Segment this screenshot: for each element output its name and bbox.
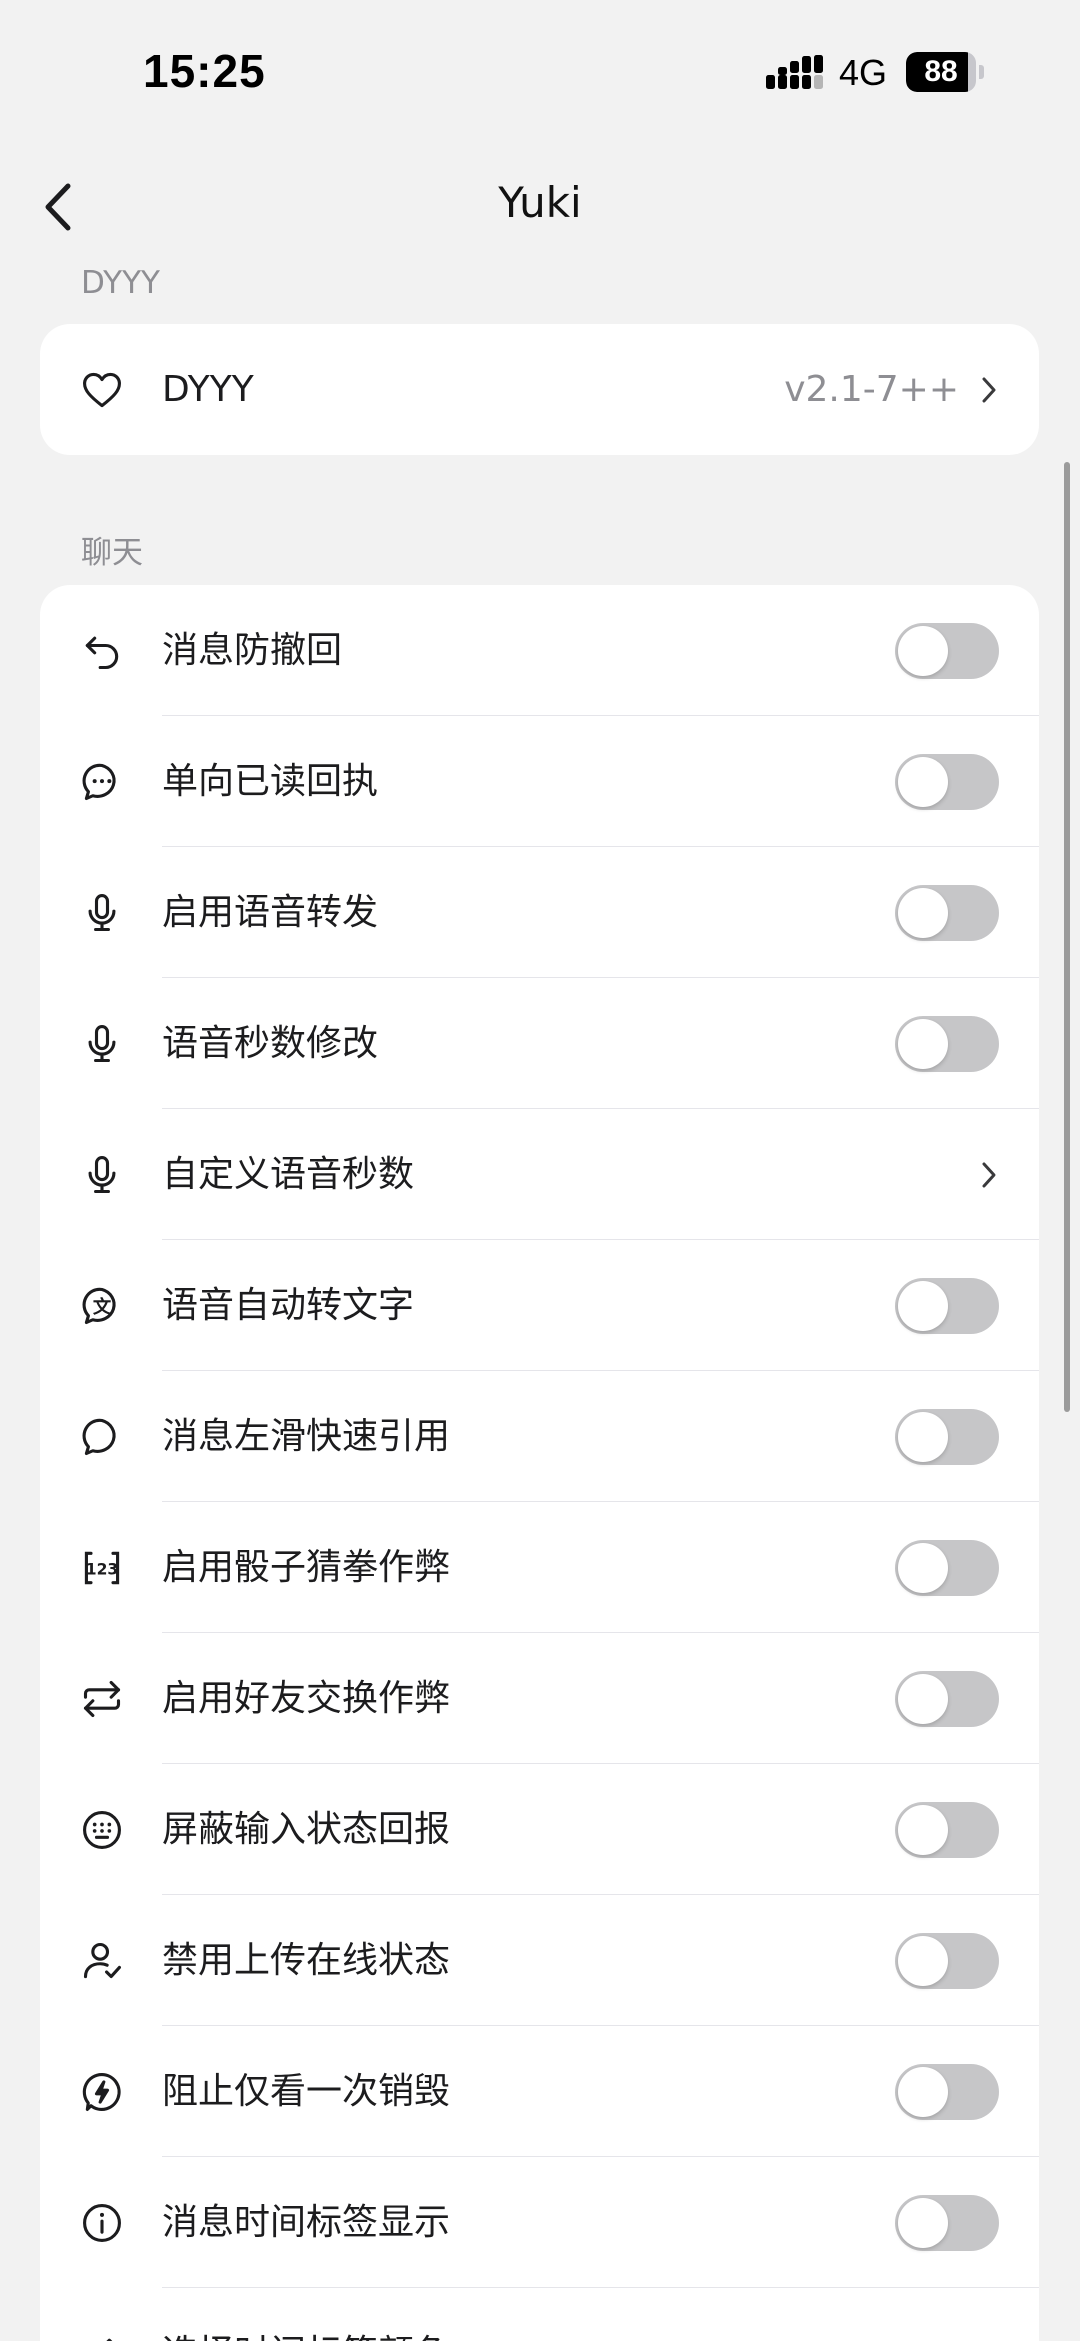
info-circle-icon (80, 2201, 124, 2245)
row-label: 语音自动转文字 (162, 1285, 415, 1326)
user-check-icon (80, 1939, 124, 1983)
toggle-switch[interactable] (895, 623, 999, 679)
toggle-switch[interactable] (895, 885, 999, 941)
scrollbar[interactable] (1064, 462, 1070, 1412)
row-prevent-view-once-destroy[interactable]: 阻止仅看一次销毁 (40, 2026, 1039, 2157)
toggle-switch[interactable] (895, 1540, 999, 1596)
section-header-dyyy: DYYY (81, 265, 160, 301)
card-chat-settings: 消息防撤回 单向已读回执 启用语音转发 语音秒数修改 自定义语音秒数 文 语音自… (40, 585, 1039, 2341)
row-friend-exchange-cheat[interactable]: 启用好友交换作弊 (40, 1633, 1039, 1764)
svg-text:123: 123 (86, 1560, 119, 1578)
version-value: v2.1-7++ (784, 369, 959, 410)
toggle-switch[interactable] (895, 754, 999, 810)
section-header-chat: 聊天 (81, 535, 143, 571)
microphone-icon (80, 1022, 124, 1066)
toggle-switch[interactable] (895, 1409, 999, 1465)
chat-bubble-icon (80, 1415, 124, 1459)
toggle-switch[interactable] (895, 2195, 999, 2251)
svg-text:文: 文 (93, 1296, 112, 1318)
row-label: 阻止仅看一次销毁 (162, 2071, 451, 2112)
row-label: 启用语音转发 (162, 892, 379, 933)
chat-bubble-dots-icon (80, 760, 124, 804)
row-label: 语音秒数修改 (162, 1023, 379, 1064)
row-label: 启用好友交换作弊 (162, 1678, 451, 1719)
row-label: 单向已读回执 (162, 761, 379, 802)
translate-bubble-icon: 文 (80, 1284, 124, 1328)
row-label: 禁用上传在线状态 (162, 1940, 451, 1981)
numbers-123-icon: 123 (80, 1546, 124, 1590)
row-one-way-read-receipt[interactable]: 单向已读回执 (40, 716, 1039, 847)
row-anti-recall[interactable]: 消息防撤回 (40, 585, 1039, 716)
battery-icon: 88 (906, 52, 986, 92)
undo-icon (80, 629, 124, 673)
row-voice-forward[interactable]: 启用语音转发 (40, 847, 1039, 978)
toggle-switch[interactable] (895, 2064, 999, 2120)
row-dyyy[interactable]: DYYY v2.1-7++ (40, 324, 1039, 455)
microphone-icon (80, 1153, 124, 1197)
row-label: 消息时间标签显示 (162, 2202, 451, 2243)
row-time-label-color[interactable]: 选择时间标签颜色 (40, 2288, 1039, 2341)
status-time: 15:25 (143, 45, 266, 97)
pen-icon (80, 2332, 124, 2341)
row-label: 消息防撤回 (162, 630, 343, 671)
chevron-right-icon (982, 377, 996, 403)
row-block-typing-status[interactable]: 屏蔽输入状态回报 (40, 1764, 1039, 1895)
row-dice-cheat[interactable]: 123 启用骰子猜拳作弊 (40, 1502, 1039, 1633)
toggle-switch[interactable] (895, 1671, 999, 1727)
flash-circle-icon (80, 2070, 124, 2114)
row-label: 自定义语音秒数 (162, 1154, 415, 1195)
row-label: 消息左滑快速引用 (162, 1416, 451, 1457)
row-disable-online-status[interactable]: 禁用上传在线状态 (40, 1895, 1039, 2026)
row-label: 选择时间标签颜色 (162, 2288, 450, 2341)
row-label: DYYY (162, 369, 254, 410)
microphone-icon (80, 891, 124, 935)
toggle-switch[interactable] (895, 1933, 999, 1989)
toggle-switch[interactable] (895, 1802, 999, 1858)
cellular-signal-icon (766, 55, 823, 89)
row-voice-to-text[interactable]: 文 语音自动转文字 (40, 1240, 1039, 1371)
network-type: 4G (839, 52, 888, 93)
navigation-bar: Yuki (0, 150, 1080, 260)
status-bar: 15:25 4G 88 (0, 0, 1080, 150)
row-swipe-quote[interactable]: 消息左滑快速引用 (40, 1371, 1039, 1502)
row-message-time-label[interactable]: 消息时间标签显示 (40, 2157, 1039, 2288)
row-label: 屏蔽输入状态回报 (162, 1809, 451, 1850)
battery-percent: 88 (924, 55, 958, 88)
page-title: Yuki (498, 178, 582, 227)
keyboard-circle-icon (80, 1808, 124, 1852)
row-voice-duration-edit[interactable]: 语音秒数修改 (40, 978, 1039, 1109)
card-dyyy: DYYY v2.1-7++ (40, 324, 1039, 455)
repeat-icon (80, 1677, 124, 1721)
heart-icon (80, 368, 124, 412)
chevron-right-icon (982, 1162, 996, 1188)
row-custom-voice-duration[interactable]: 自定义语音秒数 (40, 1109, 1039, 1240)
toggle-switch[interactable] (895, 1278, 999, 1334)
row-label: 启用骰子猜拳作弊 (162, 1547, 451, 1588)
toggle-switch[interactable] (895, 1016, 999, 1072)
